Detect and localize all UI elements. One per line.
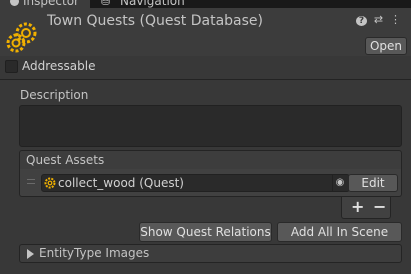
show-quest-relations-button[interactable]: Show Quest Relations bbox=[139, 222, 272, 242]
object-picker-icon[interactable]: ◉ bbox=[332, 175, 347, 191]
remove-item-button[interactable]: − bbox=[373, 197, 386, 216]
page-title: Town Quests (Quest Database) bbox=[47, 13, 264, 29]
header-icons: ? ⇄ ⋮ bbox=[356, 13, 401, 26]
tab-inspector-label: Inspector bbox=[23, 0, 79, 8]
quest-assets-header[interactable]: Quest Assets bbox=[19, 150, 402, 170]
quest-assets-label: Quest Assets bbox=[26, 153, 105, 167]
list-add-remove: + − bbox=[341, 197, 391, 219]
preset-icon[interactable]: ⇄ bbox=[373, 13, 384, 26]
divider bbox=[0, 79, 411, 80]
quest-object-value: collect_wood (Quest) bbox=[58, 176, 184, 190]
quest-object-field[interactable]: collect_wood (Quest) ◉ bbox=[41, 174, 350, 192]
description-label: Description bbox=[20, 88, 89, 102]
more-icon[interactable]: ⋮ bbox=[390, 13, 401, 26]
addressable-row: Addressable bbox=[0, 57, 411, 77]
drag-handle-icon[interactable] bbox=[27, 179, 35, 184]
navigation-icon: ⛁ bbox=[101, 0, 111, 8]
tab-bar: Inspector ⛁ Navigation bbox=[0, 0, 411, 8]
add-item-button[interactable]: + bbox=[351, 197, 364, 216]
entitytype-images-foldout[interactable]: EntityType Images bbox=[19, 244, 402, 263]
inspector-header: Town Quests (Quest Database) ? ⇄ ⋮ Open bbox=[0, 8, 411, 56]
description-field[interactable] bbox=[19, 105, 402, 147]
foldout-label: EntityType Images bbox=[39, 246, 150, 260]
edit-button[interactable]: Edit bbox=[348, 174, 398, 192]
addressable-checkbox[interactable] bbox=[5, 60, 18, 73]
info-icon bbox=[10, 0, 19, 6]
open-button[interactable]: Open bbox=[365, 37, 407, 55]
add-all-in-scene-button[interactable]: Add All In Scene bbox=[277, 222, 402, 242]
tab-inspector[interactable]: Inspector bbox=[0, 0, 90, 8]
quest-icon bbox=[44, 177, 56, 189]
addressable-label: Addressable bbox=[22, 59, 96, 73]
tab-navigation-label: Navigation bbox=[120, 0, 185, 8]
foldout-arrow-icon bbox=[27, 249, 34, 259]
quest-database-icon bbox=[6, 22, 37, 53]
help-icon[interactable]: ? bbox=[356, 13, 367, 26]
quest-assets-list: collect_wood (Quest) ◉ Edit bbox=[19, 169, 402, 197]
